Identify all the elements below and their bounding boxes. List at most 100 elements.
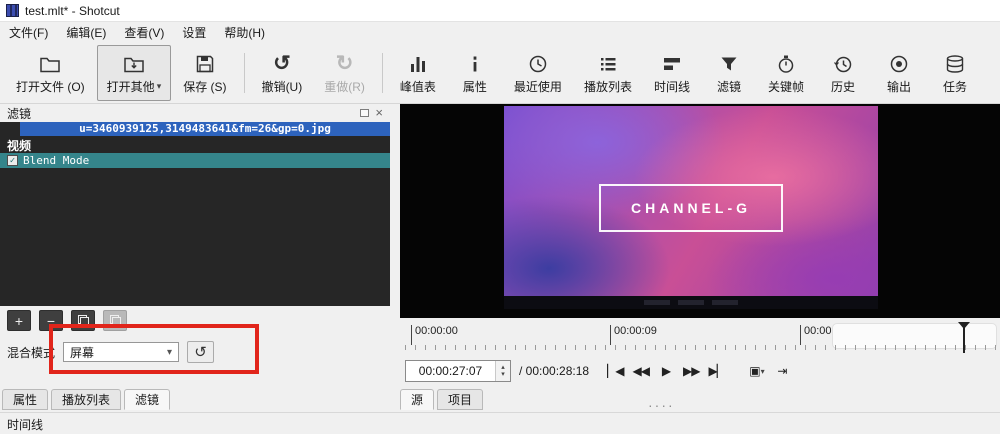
blend-mode-select[interactable]: 屏幕 ▾: [63, 342, 180, 362]
filter-actions: + −: [7, 310, 127, 331]
copy-filters-button[interactable]: [71, 310, 95, 331]
loop-menu-button[interactable]: ▣ ▾: [747, 360, 767, 382]
toolbar: 打开文件 (O) 打开其他 ▾ 保存 (S) ↺ 撤销(U) ↻ 重做(R) 峰…: [0, 43, 1000, 104]
properties-label: 属性: [462, 80, 487, 94]
playlist-label: 播放列表: [583, 80, 632, 94]
rewind-button[interactable]: ◀◀: [631, 360, 651, 382]
add-filter-button[interactable]: +: [7, 310, 31, 331]
remove-filter-button[interactable]: −: [39, 310, 63, 331]
fast-forward-button[interactable]: ▶▶: [681, 360, 701, 382]
recent-button[interactable]: 最近使用: [504, 45, 572, 101]
menu-file[interactable]: 文件(F): [0, 22, 57, 43]
filter-funnel-icon: [718, 51, 740, 75]
tab-source[interactable]: 源: [400, 389, 435, 410]
playlist-icon: [597, 51, 619, 75]
filter-section-label: 视频: [7, 139, 32, 153]
blend-mode-value: 屏幕: [70, 345, 95, 360]
open-other-button[interactable]: 打开其他 ▾: [96, 45, 172, 101]
close-panel-icon[interactable]: ×: [375, 106, 383, 119]
tab-playlist[interactable]: 播放列表: [51, 389, 122, 410]
filter-checkbox[interactable]: ✓: [7, 155, 18, 166]
paste-filters-button[interactable]: [103, 310, 127, 331]
filters-panel-header: 滤镜 ×: [0, 104, 390, 122]
loop-icon: ▣: [749, 364, 760, 378]
history-icon: [832, 51, 854, 75]
history-label: 历史: [830, 80, 855, 94]
toolbar-separator: [381, 53, 383, 93]
redo-icon: ↻: [335, 52, 354, 75]
clip-name-row[interactable]: u=3460939125,3149483641&fm=26&gp=0.jpg: [20, 122, 390, 136]
properties-button[interactable]: 属性: [448, 45, 502, 101]
splitter-handle[interactable]: ····: [648, 397, 675, 413]
redo-label: 重做(R): [324, 80, 365, 94]
history-button[interactable]: 历史: [816, 45, 870, 101]
ruler-label: 00:00:09: [610, 325, 657, 345]
undo-icon: ↺: [273, 52, 291, 75]
skip-to-start-button[interactable]: ▏◀: [605, 360, 625, 382]
save-label: 保存 (S): [183, 80, 227, 94]
filter-list: u=3460939125,3149483641&fm=26&gp=0.jpg 视…: [0, 122, 390, 306]
keyframes-button[interactable]: 关键帧: [758, 45, 814, 101]
tab-project[interactable]: 项目: [437, 389, 484, 410]
blend-mode-label: 混合模式: [7, 345, 56, 360]
blend-mode-row: 混合模式 屏幕 ▾ ↺: [0, 341, 215, 363]
open-other-label: 打开其他: [106, 80, 155, 94]
playlist-button[interactable]: 播放列表: [574, 45, 642, 101]
peak-meter-button[interactable]: 峰值表: [390, 45, 446, 101]
filters-button[interactable]: 滤镜: [702, 45, 756, 101]
keyframes-label: 关键帧: [767, 80, 804, 94]
video-overlay-box: CHANNEL-G: [599, 184, 783, 232]
timeline-button[interactable]: 时间线: [644, 45, 700, 101]
skim-button[interactable]: ⇥: [772, 360, 792, 382]
window-title: test.mlt* - Shotcut: [25, 3, 120, 18]
ruler-overlay: [832, 323, 997, 349]
video-overlay-text: CHANNEL-G: [631, 200, 751, 216]
app-icon: [6, 4, 19, 17]
output-button[interactable]: 输出: [872, 45, 926, 101]
reset-blend-mode-button[interactable]: ↺: [187, 341, 215, 363]
video-bottom-bar: [504, 296, 878, 309]
float-panel-icon[interactable]: [360, 109, 370, 117]
filter-name: Blend Mode: [23, 154, 90, 167]
spin-down-icon[interactable]: ▾: [501, 371, 505, 378]
title-bar: test.mlt* - Shotcut: [0, 0, 1000, 22]
playhead[interactable]: [957, 322, 970, 353]
time-spinner-arrows[interactable]: ▴ ▾: [495, 361, 510, 381]
video-preview-area: CHANNEL-G: [400, 104, 1000, 318]
menu-help[interactable]: 帮助(H): [215, 22, 274, 43]
filter-list-item[interactable]: ✓ Blend Mode: [0, 153, 390, 168]
save-button[interactable]: 保存 (S): [173, 45, 236, 101]
timeline-icon: [661, 51, 683, 75]
menu-view[interactable]: 查看(V): [115, 22, 173, 43]
jobs-button[interactable]: 任务: [928, 45, 982, 101]
menu-bar: 文件(F) 编辑(E) 查看(V) 设置 帮助(H): [0, 22, 1000, 43]
chevron-down-icon: ▾: [166, 346, 173, 358]
open-file-button[interactable]: 打开文件 (O): [6, 45, 95, 101]
undo-button[interactable]: ↺ 撤销(U): [252, 45, 313, 101]
tab-filters[interactable]: 滤镜: [124, 389, 171, 410]
menu-settings[interactable]: 设置: [173, 22, 215, 43]
tab-properties[interactable]: 属性: [2, 389, 49, 410]
skip-to-end-button[interactable]: ▶▏: [706, 360, 726, 382]
properties-icon: [464, 51, 486, 75]
open-file-label: 打开文件 (O): [16, 80, 85, 94]
current-time-value[interactable]: 00:00:27:07: [406, 361, 495, 381]
player-ruler[interactable]: 00:00:00 00:00:09 00:00:1: [405, 322, 1000, 353]
play-button[interactable]: ▶: [656, 360, 676, 382]
open-other-icon: [123, 51, 145, 75]
output-label: 输出: [886, 80, 911, 94]
output-icon: [888, 51, 910, 75]
timeline-panel-title: 时间线: [7, 418, 44, 432]
dock-tabs-left: 属性 播放列表 滤镜: [2, 389, 171, 410]
spin-up-icon[interactable]: ▴: [501, 364, 505, 371]
total-duration: / 00:00:28:18: [519, 364, 590, 378]
jobs-label: 任务: [942, 80, 967, 94]
video-frame: CHANNEL-G: [504, 106, 878, 309]
player-tabs: 源 项目: [400, 389, 484, 410]
menu-edit[interactable]: 编辑(E): [57, 22, 115, 43]
redo-button[interactable]: ↻ 重做(R): [314, 45, 375, 101]
timeline-label: 时间线: [653, 80, 690, 94]
bottom-divider: [0, 412, 1000, 413]
current-time-spinbox[interactable]: 00:00:27:07 ▴ ▾: [405, 360, 511, 382]
paste-icon: [109, 315, 121, 326]
